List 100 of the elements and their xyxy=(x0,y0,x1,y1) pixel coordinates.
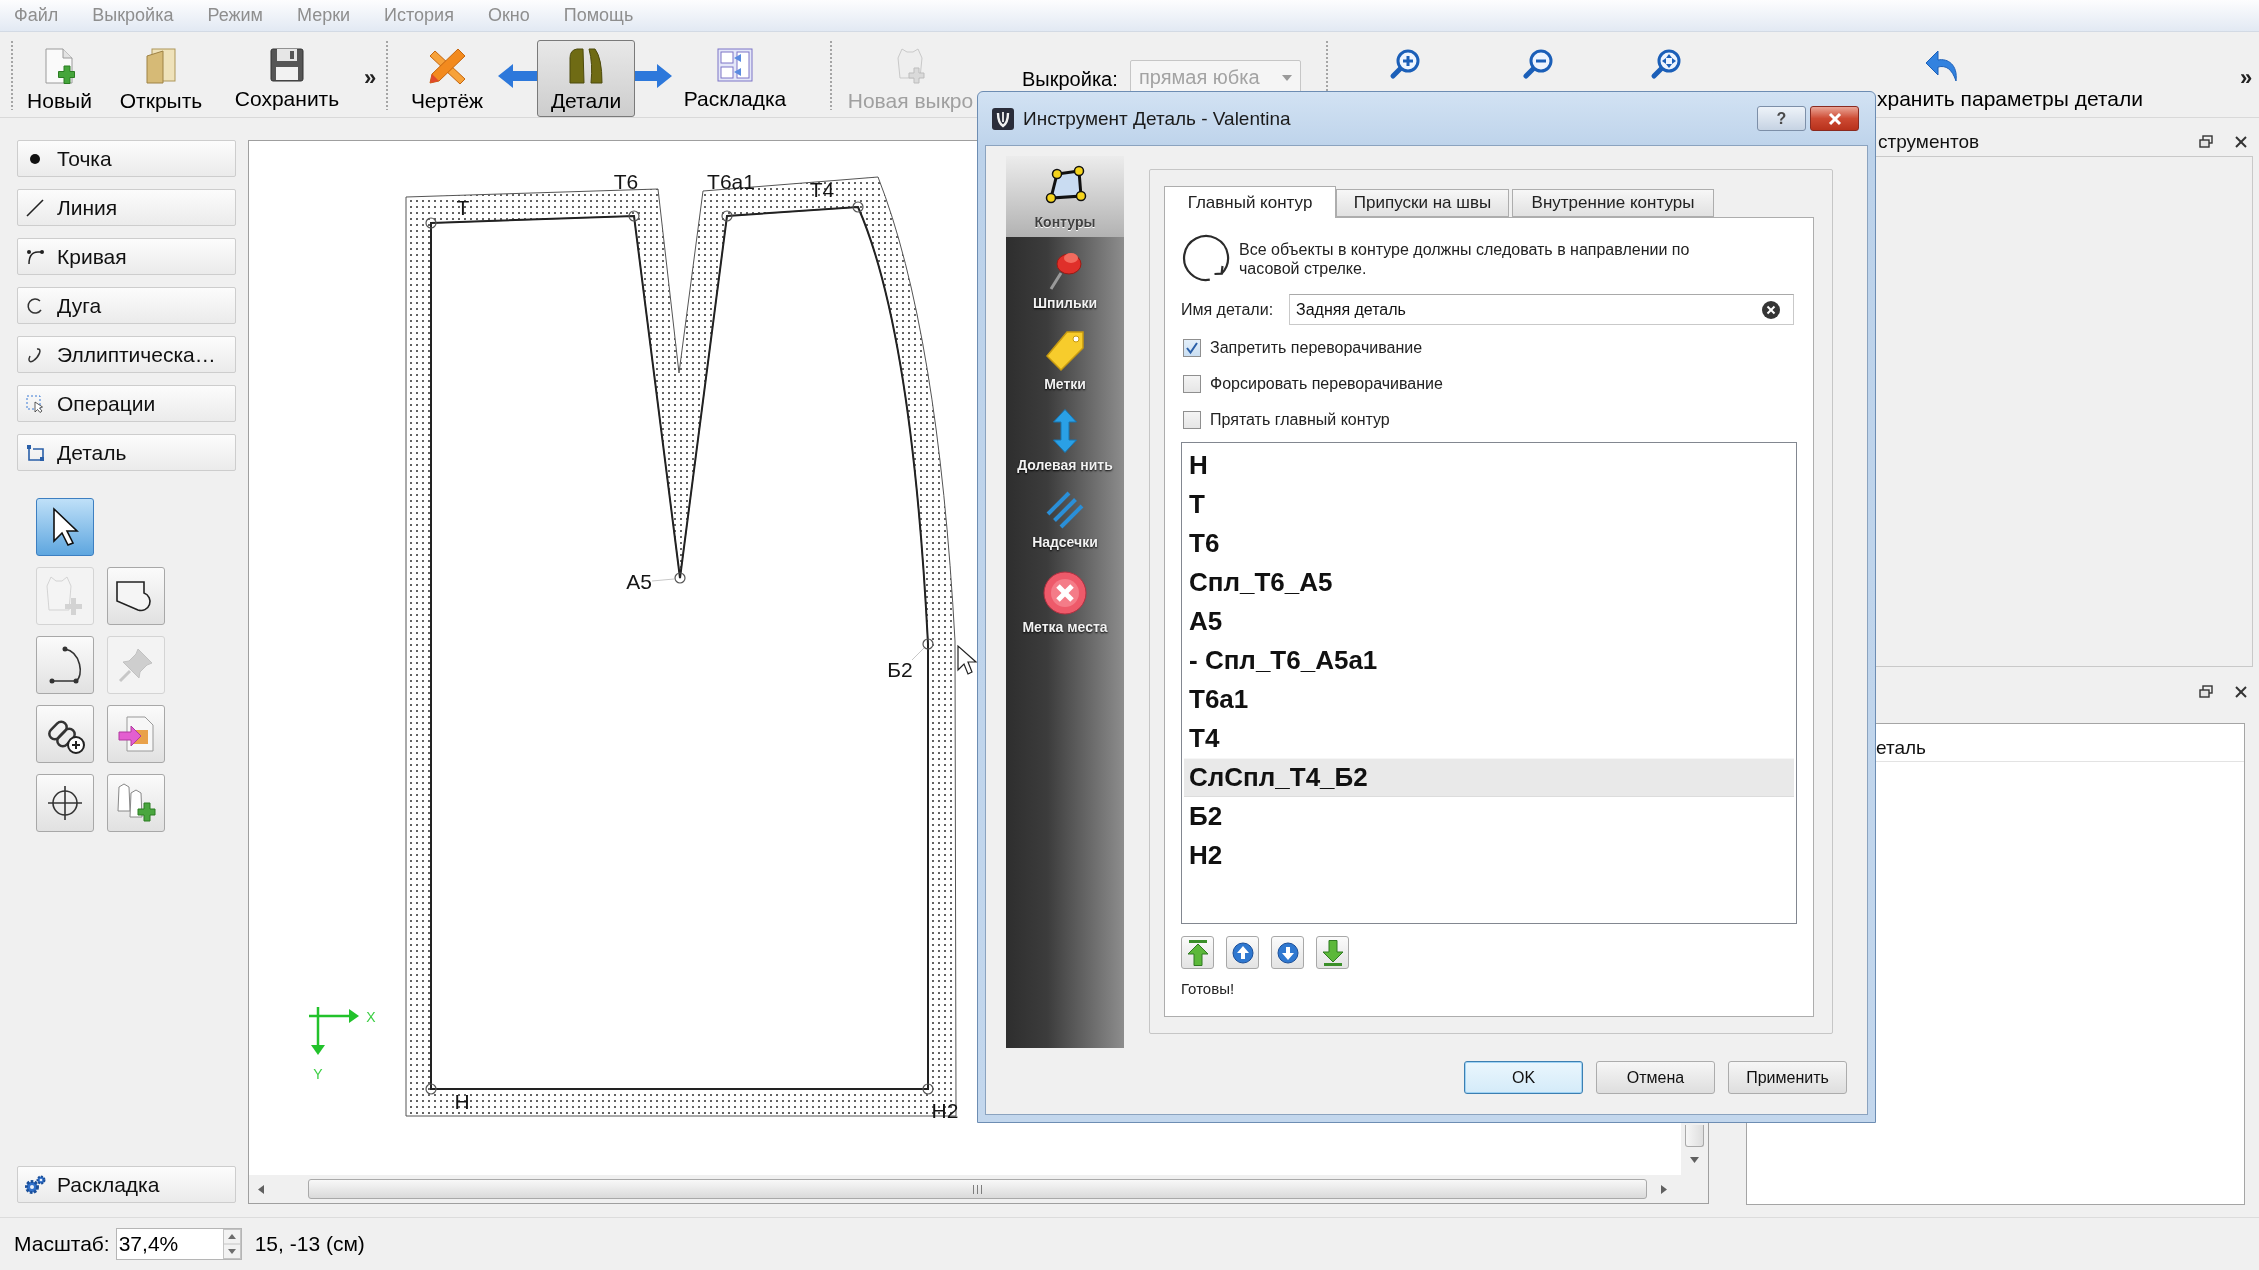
arc-icon xyxy=(27,297,43,314)
move-up-button[interactable] xyxy=(1226,936,1259,969)
layout-button[interactable]: Раскладка xyxy=(17,1166,236,1203)
close-icon[interactable] xyxy=(2235,135,2247,148)
point-label: Н2 xyxy=(931,1098,959,1122)
scrollbar-thumb[interactable] xyxy=(308,1179,1647,1199)
clear-icon[interactable] xyxy=(1762,300,1780,319)
scroll-left-arrow-icon[interactable] xyxy=(258,1184,264,1194)
list-item[interactable]: Т6 xyxy=(1184,524,1794,563)
tab[interactable]: Припуски на швы xyxy=(1336,189,1509,217)
caret-icon xyxy=(1282,74,1292,81)
tool-category-button[interactable]: Деталь xyxy=(17,434,236,471)
checkbox[interactable] xyxy=(1183,339,1201,357)
tab[interactable]: Главный контур xyxy=(1164,186,1336,218)
sidebar-item[interactable]: Долевая нить xyxy=(1006,399,1124,480)
list-item[interactable]: Н xyxy=(1184,446,1794,485)
list-item[interactable]: Т xyxy=(1184,485,1794,524)
tool-category-button[interactable]: Дуга xyxy=(17,287,236,324)
tab[interactable]: Внутренние контуры xyxy=(1512,189,1714,217)
bracket-square-icon xyxy=(26,443,44,462)
toolbar-button[interactable]: Детали xyxy=(537,40,635,117)
list-item[interactable]: Спл_Т6_А5 xyxy=(1184,563,1794,602)
zoom-fit-icon[interactable] xyxy=(1650,48,1682,80)
round-cross-icon xyxy=(1043,571,1087,615)
move-bottom-button[interactable] xyxy=(1316,936,1349,969)
app-logo-icon xyxy=(992,107,1014,130)
gears-icon xyxy=(24,1174,46,1195)
sidebar-item[interactable]: Контуры xyxy=(1006,156,1124,237)
field-label: Имя детали: xyxy=(1181,300,1275,319)
pattern-label: Выкройка: xyxy=(1022,67,1119,91)
float-icon[interactable] xyxy=(2199,135,2213,148)
move-top-button[interactable] xyxy=(1181,936,1214,969)
toolbar-button[interactable]: Раскладка xyxy=(676,40,794,117)
tool-button[interactable] xyxy=(36,774,94,832)
tool-button[interactable] xyxy=(36,636,94,694)
axis-arrows-icon xyxy=(309,1007,359,1055)
move-down-button[interactable] xyxy=(1271,936,1304,969)
spin-arrows-icon[interactable] xyxy=(222,1229,241,1259)
toolbar-button[interactable]: Новый xyxy=(22,40,97,117)
tool-category-button[interactable]: Операции xyxy=(17,385,236,422)
zoom-in-icon[interactable] xyxy=(1389,48,1421,80)
diagonal-lines-icon xyxy=(1045,490,1085,530)
list-item[interactable]: Б2 xyxy=(1184,797,1794,836)
pieces-plus-icon xyxy=(116,783,156,823)
more-button[interactable]: » xyxy=(360,66,380,90)
line-icon xyxy=(26,198,44,217)
checkbox-label: Запретить переворачивание xyxy=(1210,339,1423,357)
scroll-right-arrow-icon[interactable] xyxy=(1661,1184,1667,1194)
apply-button[interactable]: Применить xyxy=(1728,1061,1847,1094)
double-arrow-icon xyxy=(1053,409,1077,453)
sidebar-item[interactable]: Шпильки xyxy=(1006,237,1124,318)
close-icon xyxy=(1827,112,1842,125)
more-button[interactable]: » xyxy=(2236,66,2256,90)
zoom-out-icon[interactable] xyxy=(1522,48,1554,80)
axis-label: X xyxy=(366,1009,376,1025)
ok-button[interactable]: OK xyxy=(1464,1061,1583,1094)
checkbox[interactable] xyxy=(1183,375,1201,393)
tool-button[interactable] xyxy=(107,567,165,625)
ellipse-arc-icon xyxy=(27,346,43,363)
point-label: Б2 xyxy=(887,657,913,681)
check-icon xyxy=(1186,342,1198,354)
name-field[interactable]: Задняя деталь xyxy=(1289,294,1794,325)
tool-category-button[interactable]: Точка xyxy=(17,140,236,177)
close-icon[interactable] xyxy=(2235,685,2247,698)
pencil-ruler-icon xyxy=(428,48,466,84)
point-label: Н xyxy=(454,1089,470,1113)
list-item[interactable]: - Спл_Т6_А5а1 xyxy=(1184,641,1794,680)
toolbar-button[interactable]: Открыть xyxy=(110,40,212,117)
tool-category-button[interactable]: Кривая xyxy=(17,238,236,275)
sidebar-item[interactable]: Надсечки xyxy=(1006,480,1124,561)
float-icon[interactable] xyxy=(2199,685,2213,698)
cursor-coordinates: 15, -13 (см) xyxy=(254,1232,365,1256)
scale-spinbox[interactable]: 37,4% xyxy=(115,1228,242,1260)
tool-button[interactable] xyxy=(36,498,94,556)
dotted-selection-icon xyxy=(26,394,44,413)
sidebar-item[interactable]: Метки xyxy=(1006,318,1124,399)
toolbar-button[interactable]: хранить параметры детали xyxy=(1876,40,2166,117)
scroll-down-arrow-icon[interactable] xyxy=(1690,1157,1699,1163)
scale-label: Масштаб: xyxy=(14,1232,110,1256)
list-item[interactable]: СлСпл_Т4_Б2 xyxy=(1184,758,1794,797)
toolbar-button[interactable]: Сохранить xyxy=(224,40,350,117)
tool-button[interactable] xyxy=(36,705,94,763)
mouse-pointer-icon xyxy=(957,644,978,675)
figure-plus-icon xyxy=(895,48,926,84)
window-title: Инструмент Деталь - Valentina xyxy=(1023,107,1291,130)
toolbar-button[interactable]: Чертёж xyxy=(400,40,494,117)
list-item[interactable]: Т6а1 xyxy=(1184,680,1794,719)
point-label: Т xyxy=(456,195,470,219)
close-button[interactable] xyxy=(1810,106,1859,131)
tag-icon xyxy=(1043,328,1087,372)
list-item[interactable]: Н2 xyxy=(1184,836,1794,875)
point-label: А5 xyxy=(626,569,652,593)
help-button[interactable]: ? xyxy=(1757,106,1806,131)
cancel-button[interactable]: Отмена xyxy=(1596,1061,1715,1094)
tool-category-button[interactable]: Эллиптическа… xyxy=(17,336,236,373)
tool-category-button[interactable]: Линия xyxy=(17,189,236,226)
scrollbar-thumb[interactable] xyxy=(1685,1125,1704,1147)
sidebar-item[interactable]: Метка места xyxy=(1006,561,1124,642)
checkbox[interactable] xyxy=(1183,411,1201,429)
list-item[interactable]: А5 xyxy=(1184,602,1794,641)
